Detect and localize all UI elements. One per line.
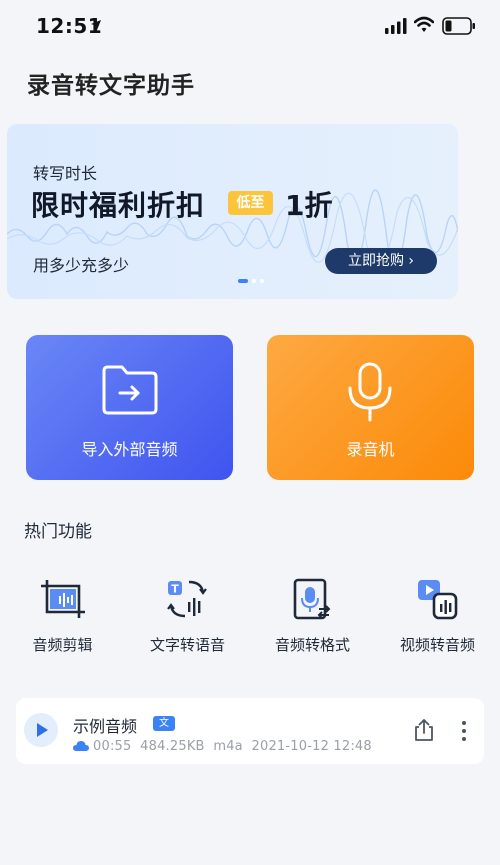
feature-audio-convert[interactable]: 音频转格式 [250,578,375,658]
import-audio-label: 导入外部音频 [81,440,178,459]
cloud-icon [73,741,89,751]
text-to-speech-icon: T [167,580,207,618]
audio-size: 484.25KB [140,739,205,754]
hot-features-title: 热门功能 [24,522,92,542]
banner-tagline: 用多少充多少 [33,256,130,275]
folder-import-icon [102,365,158,415]
audio-list-item[interactable]: 示例音频 文 00:55 484.25KB m4a 2021-10-12 12:… [16,698,484,764]
cellular-signal-icon [385,18,407,34]
play-icon [37,723,48,737]
audio-date: 2021-10-12 12:48 [251,739,372,754]
svg-text:T: T [171,583,179,596]
carousel-dot[interactable] [260,279,264,283]
feature-label: 音频转格式 [274,636,350,654]
feature-label: 文字转语音 [149,636,225,654]
video-to-audio-icon [418,580,458,620]
carousel-dot[interactable] [252,279,256,283]
feature-audio-crop[interactable]: 音频剪辑 [0,578,125,658]
discount-badge: 低至 [228,191,273,215]
battery-icon [442,17,475,35]
audio-format: m4a [213,739,243,754]
feature-text-to-speech[interactable]: T 文字转语音 [125,578,250,658]
transcribed-badge: 文 [153,716,175,731]
audio-title: 示例音频 [73,717,138,736]
audio-convert-icon [293,578,331,620]
play-button[interactable] [24,713,58,747]
feature-video-to-audio[interactable]: 视频转音频 [375,578,500,658]
carousel-dot-active[interactable] [238,279,248,283]
feature-label: 音频剪辑 [32,636,93,654]
buy-now-button[interactable]: 立即抢购 › [325,248,437,274]
audio-meta: 00:55 484.25KB m4a 2021-10-12 12:48 [93,739,372,754]
audio-duration: 00:55 [93,739,132,754]
more-options-icon[interactable] [460,720,468,742]
location-arrow-icon [91,20,101,30]
promo-banner[interactable]: 转写时长 限时福利折扣 低至 1折 用多少充多少 立即抢购 › [7,124,458,299]
status-bar: 12:51 [0,0,500,54]
share-icon[interactable] [413,718,435,742]
discount-value: 1折 [285,189,333,222]
microphone-icon [348,362,392,422]
page-title: 录音转文字助手 [27,73,195,99]
recorder-label: 录音机 [346,440,395,459]
wifi-icon [414,16,434,32]
banner-headline: 限时福利折扣 [31,189,206,222]
audio-crop-icon [41,580,85,618]
recorder-card[interactable]: 录音机 [267,335,474,480]
banner-subtitle: 转写时长 [33,164,98,183]
import-audio-card[interactable]: 导入外部音频 [26,335,233,480]
feature-label: 视频转音频 [399,636,475,654]
